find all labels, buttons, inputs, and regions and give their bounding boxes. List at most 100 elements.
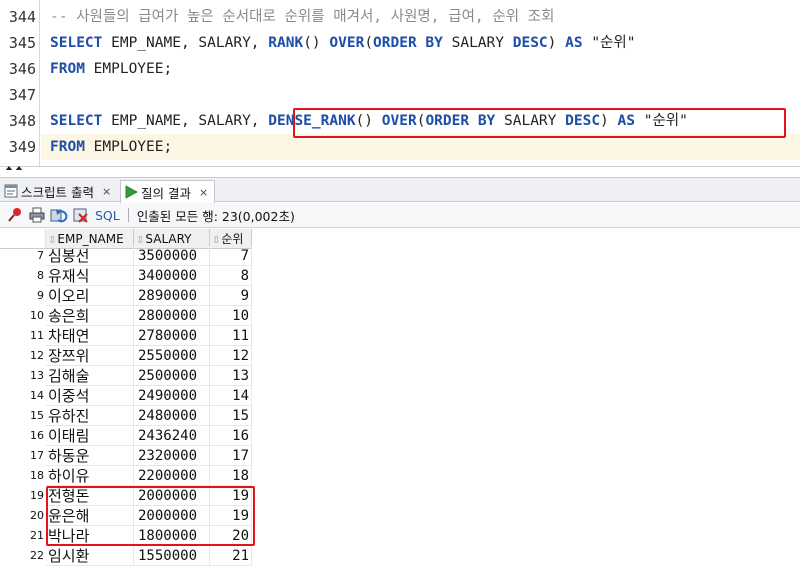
- code-line[interactable]: FROM EMPLOYEE;: [50, 56, 172, 82]
- cell-salary[interactable]: 2780000: [134, 326, 210, 346]
- cell-rank[interactable]: 19: [210, 506, 252, 526]
- table-row[interactable]: 8 유재식 3400000 8: [0, 266, 800, 286]
- sql-keyword: AS: [617, 113, 635, 129]
- cell-emp-name[interactable]: 김해술: [46, 366, 134, 386]
- table-row[interactable]: 16 이태림 2436240 16: [0, 426, 800, 446]
- result-grid[interactable]: ⇳EMP_NAME ⇳SALARY ⇳순위 7 심봉선 3500000 7 8 유재식 34…: [0, 229, 800, 571]
- tab-script-output-close-icon[interactable]: ×: [102, 185, 111, 198]
- sql-text: ): [547, 35, 566, 51]
- cell-emp-name[interactable]: 차태연: [46, 326, 134, 346]
- cell-emp-name[interactable]: 이오리: [46, 286, 134, 306]
- cell-rank[interactable]: 19: [210, 486, 252, 506]
- table-row[interactable]: 11 차태연 2780000 11: [0, 326, 800, 346]
- cell-rank[interactable]: 16: [210, 426, 252, 446]
- table-row[interactable]: 20 윤은해 2000000 19: [0, 506, 800, 526]
- cell-salary[interactable]: 2000000: [134, 506, 210, 526]
- cell-rank[interactable]: 8: [210, 266, 252, 286]
- row-number: 17: [30, 449, 44, 462]
- row-number: 7: [37, 249, 44, 262]
- tab-script-output[interactable]: 스크립트 출력 ×: [4, 180, 111, 202]
- sql-editor[interactable]: 344 345 346 347 348 349 -- 사원들의 급여가 높은 순서대로 순…: [0, 0, 800, 170]
- cell-emp-name[interactable]: 이태림: [46, 426, 134, 446]
- cell-salary[interactable]: 1550000: [134, 546, 210, 566]
- cell-salary[interactable]: 2320000: [134, 446, 210, 466]
- table-row[interactable]: 9 이오리 2890000 9: [0, 286, 800, 306]
- column-header-salary-label: SALARY: [145, 232, 192, 246]
- cell-rank[interactable]: 9: [210, 286, 252, 306]
- cell-emp-name[interactable]: 심봉선: [46, 246, 134, 266]
- sql-keyword: AS: [565, 35, 583, 51]
- line-number: 348: [8, 112, 36, 130]
- code-line[interactable]: SELECT EMP_NAME, SALARY, RANK() OVER(ORD…: [50, 30, 635, 56]
- cell-rank[interactable]: 17: [210, 446, 252, 466]
- sql-keyword: OVER: [381, 113, 417, 129]
- cell-emp-name[interactable]: 하이유: [46, 466, 134, 486]
- collapse-panel-arrows-icon[interactable]: [4, 164, 24, 170]
- cell-salary[interactable]: 2890000: [134, 286, 210, 306]
- cell-rank[interactable]: 20: [210, 526, 252, 546]
- table-row[interactable]: 21 박나라 1800000 20: [0, 526, 800, 546]
- cell-salary[interactable]: 2000000: [134, 486, 210, 506]
- table-row[interactable]: 22 임시환 1550000 21: [0, 546, 800, 566]
- cell-emp-name[interactable]: 전형돈: [46, 486, 134, 506]
- refresh-icon[interactable]: [49, 205, 69, 225]
- table-row[interactable]: 10 송은희 2800000 10: [0, 306, 800, 326]
- cell-emp-name[interactable]: 장쯔위: [46, 346, 134, 366]
- cell-salary[interactable]: 2436240: [134, 426, 210, 446]
- cell-rank[interactable]: 13: [210, 366, 252, 386]
- cell-emp-name[interactable]: 이중석: [46, 386, 134, 406]
- cell-emp-name[interactable]: 유하진: [46, 406, 134, 426]
- pin-icon[interactable]: [5, 205, 25, 225]
- line-number: 344: [8, 8, 36, 26]
- cell-rank[interactable]: 14: [210, 386, 252, 406]
- print-icon[interactable]: [27, 205, 47, 225]
- cell-salary[interactable]: 2200000: [134, 466, 210, 486]
- cancel-fetch-icon[interactable]: [71, 205, 91, 225]
- row-number: 22: [30, 549, 44, 562]
- cell-salary[interactable]: 2550000: [134, 346, 210, 366]
- sql-text: EMP_NAME, SALARY,: [102, 35, 269, 51]
- table-row[interactable]: 7 심봉선 3500000 7: [0, 246, 800, 266]
- tab-query-result-close-icon[interactable]: ×: [199, 186, 208, 199]
- sql-text: SALARY: [442, 35, 513, 51]
- cell-rank[interactable]: 18: [210, 466, 252, 486]
- cell-emp-name[interactable]: 유재식: [46, 266, 134, 286]
- cell-emp-name[interactable]: 박나라: [46, 526, 134, 546]
- table-row[interactable]: 15 유하진 2480000 15: [0, 406, 800, 426]
- cell-emp-name[interactable]: 윤은해: [46, 506, 134, 526]
- cell-rank[interactable]: 7: [210, 246, 252, 266]
- cell-rank[interactable]: 10: [210, 306, 252, 326]
- cell-rank[interactable]: 11: [210, 326, 252, 346]
- table-row[interactable]: 14 이중석 2490000 14: [0, 386, 800, 406]
- table-row[interactable]: 18 하이유 2200000 18: [0, 466, 800, 486]
- run-result-icon: [124, 185, 138, 199]
- cell-salary[interactable]: 2490000: [134, 386, 210, 406]
- cell-rank[interactable]: 21: [210, 546, 252, 566]
- cell-emp-name[interactable]: 송은희: [46, 306, 134, 326]
- code-line[interactable]: SELECT EMP_NAME, SALARY, DENSE_RANK() OV…: [50, 108, 688, 134]
- cell-salary[interactable]: 2800000: [134, 306, 210, 326]
- sql-button[interactable]: SQL: [95, 208, 120, 223]
- table-row[interactable]: 12 장쯔위 2550000 12: [0, 346, 800, 366]
- cell-emp-name[interactable]: 임시환: [46, 546, 134, 566]
- sql-text: "순위": [634, 113, 688, 129]
- sql-keyword: DENSE_RANK: [268, 113, 356, 129]
- tab-query-result-label: 질의 결과: [141, 185, 191, 201]
- table-row[interactable]: 17 하동운 2320000 17: [0, 446, 800, 466]
- code-line[interactable]: FROM EMPLOYEE;: [41, 134, 800, 160]
- cell-rank[interactable]: 15: [210, 406, 252, 426]
- cell-rank[interactable]: 12: [210, 346, 252, 366]
- table-row[interactable]: 19 전형돈 2000000 19: [0, 486, 800, 506]
- sql-keyword: RANK: [268, 35, 304, 51]
- line-number: 347: [8, 86, 36, 104]
- cell-salary[interactable]: 1800000: [134, 526, 210, 546]
- cell-emp-name[interactable]: 하동운: [46, 446, 134, 466]
- sql-text: SALARY: [495, 113, 566, 129]
- tab-query-result[interactable]: 질의 결과 ×: [120, 180, 216, 203]
- cell-salary[interactable]: 2480000: [134, 406, 210, 426]
- cell-salary[interactable]: 3500000: [134, 246, 210, 266]
- table-row[interactable]: 13 김해술 2500000 13: [0, 366, 800, 386]
- code-line[interactable]: -- 사원들의 급여가 높은 순서대로 순위를 매겨서, 사원명, 급여, 순위…: [50, 4, 554, 30]
- cell-salary[interactable]: 2500000: [134, 366, 210, 386]
- cell-salary[interactable]: 3400000: [134, 266, 210, 286]
